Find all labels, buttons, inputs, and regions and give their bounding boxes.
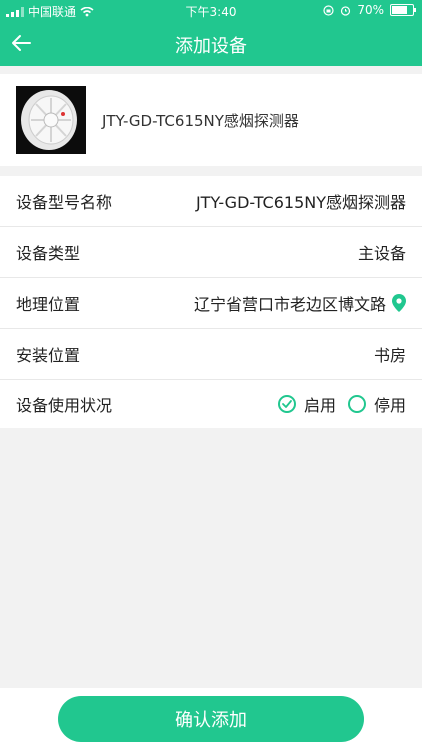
battery-percent: 70%: [357, 3, 384, 17]
page-title: 添加设备: [175, 36, 247, 57]
unchecked-icon: [347, 395, 366, 413]
radio-label: 停用: [373, 396, 406, 415]
battery-icon: [390, 4, 416, 16]
rotation-lock-icon: [323, 4, 334, 16]
row-usage-status: 设备使用状况 启用 停用: [0, 380, 422, 428]
row-install-position[interactable]: 安装位置 书房: [0, 329, 422, 380]
app-header: 中国联通 下午3:40 70% 添加设备: [0, 0, 422, 66]
row-device-type[interactable]: 设备类型 主设备: [0, 227, 422, 278]
radio-enable[interactable]: 启用: [277, 392, 336, 416]
row-label: 安装位置: [16, 346, 81, 365]
row-label: 设备型号名称: [16, 193, 113, 212]
row-label: 地理位置: [16, 295, 81, 314]
row-location[interactable]: 地理位置 辽宁省营口市老边区博文路: [0, 278, 422, 329]
product-card: JTY-GD-TC615NY感烟探测器: [0, 74, 422, 166]
alarm-icon: [341, 5, 351, 16]
footer-bar: 确认添加: [0, 688, 422, 750]
location-pin-icon[interactable]: [392, 294, 406, 312]
row-label: 设备类型: [16, 244, 81, 263]
row-value: 辽宁省营口市老边区博文路: [193, 295, 386, 314]
row-value: JTY-GD-TC615NY感烟探测器: [195, 193, 406, 212]
row-value: 主设备: [357, 244, 406, 263]
radio-disable[interactable]: 停用: [347, 392, 406, 416]
product-name: JTY-GD-TC615NY感烟探测器: [102, 112, 299, 130]
row-label: 设备使用状况: [16, 396, 113, 415]
device-form: 设备型号名称 JTY-GD-TC615NY感烟探测器 设备类型 主设备 地理位置…: [0, 176, 422, 428]
confirm-add-button[interactable]: 确认添加: [58, 696, 364, 742]
row-model-name: 设备型号名称 JTY-GD-TC615NY感烟探测器: [0, 176, 422, 227]
product-image: [16, 86, 86, 154]
radio-label: 启用: [303, 396, 336, 415]
status-bar: 中国联通 下午3:40 70%: [0, 0, 422, 22]
row-value: 书房: [373, 346, 406, 365]
checked-icon: [277, 395, 296, 413]
